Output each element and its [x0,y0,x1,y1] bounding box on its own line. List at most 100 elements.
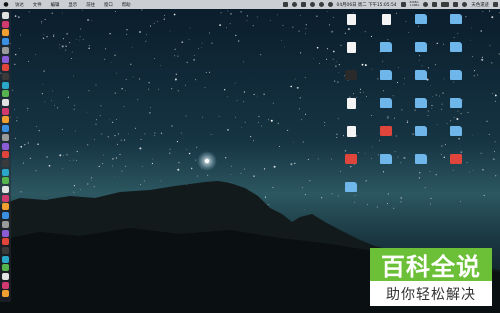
file-icon [345,70,357,80]
folder-icon [415,98,427,108]
dock-app-icon[interactable] [2,90,9,98]
dock-app-icon[interactable] [2,177,9,185]
watermark-subtitle: 助你轻松解决 [386,286,476,303]
menubar-clock[interactable]: 04月06日 周二 下午15:05:54 [337,2,397,8]
dock-app-icon[interactable] [2,72,9,80]
dock-app-icon[interactable] [2,203,9,211]
sync-icon[interactable] [291,2,297,7]
user-label[interactable]: 天色遗迹 [471,2,489,8]
folder-icon [415,70,427,80]
menu-window[interactable]: 窗口 [104,2,113,8]
folder-icon [380,42,392,52]
desktop-file[interactable] [408,42,434,53]
desktop-file[interactable] [408,126,434,137]
folder-icon [415,126,427,136]
dock-app-icon[interactable] [2,107,9,115]
folder-icon [380,154,392,164]
dock-app-icon[interactable] [2,255,9,263]
search-icon[interactable] [462,2,468,7]
dock-app-icon[interactable] [2,20,9,28]
desktop-file[interactable] [338,70,364,81]
dock-app-icon[interactable] [2,159,9,167]
folder-icon [380,98,392,108]
desktop-file[interactable] [408,14,434,25]
dock-app-icon[interactable] [2,229,9,237]
dock-app-icon[interactable] [2,46,9,54]
desktop-file[interactable] [443,98,469,109]
globe-icon[interactable] [327,2,333,7]
dock-app-icon[interactable] [2,151,9,159]
dock-app-icon[interactable] [2,64,9,72]
keyboard-icon[interactable] [453,2,459,7]
file-icon [381,14,391,25]
dock-app-icon[interactable] [2,142,9,150]
desktop-file[interactable] [443,70,469,81]
dock-app-icon[interactable] [2,212,9,220]
desktop-file[interactable] [338,42,364,54]
dock-app-icon[interactable] [2,246,9,254]
desktop-file[interactable] [408,70,434,81]
file-icon [380,126,392,136]
dock-app-icon[interactable] [2,38,9,46]
menu-finder[interactable]: 访达 [15,2,24,8]
dock-app-icon[interactable] [2,55,9,63]
time-machine-icon[interactable] [318,2,324,7]
desktop-file[interactable] [373,14,399,26]
desktop-file[interactable] [338,14,364,26]
desktop-file[interactable] [373,154,399,165]
file-icon [346,126,356,137]
dock-app-icon[interactable] [2,168,9,176]
dock-app-icon[interactable] [2,125,9,133]
desktop-file[interactable] [443,154,469,165]
dock-app-icon[interactable] [2,194,9,202]
folder-icon [345,182,357,192]
menu-extra-icon[interactable] [400,2,406,7]
dock-app-icon[interactable] [2,281,9,289]
dock-app-icon[interactable] [2,186,9,193]
dock-app-icon[interactable] [2,238,9,246]
dock-app-icon[interactable] [2,264,9,272]
folder-icon [450,98,462,108]
menu-view[interactable]: 显示 [68,2,77,8]
dock-app-icon[interactable] [2,29,9,37]
desktop-file[interactable] [408,98,434,109]
desktop-file[interactable] [408,154,434,165]
desktop-file[interactable] [373,42,399,53]
menu-edit[interactable]: 编辑 [51,2,60,8]
apple-menu-icon[interactable]: ● [3,1,9,8]
menu-go[interactable]: 前往 [86,2,95,8]
volume-icon[interactable] [432,2,438,7]
desktop-file[interactable] [373,70,399,81]
app-status-icon[interactable] [282,2,288,7]
battery-icon[interactable] [441,2,450,7]
dock-app-icon[interactable] [2,81,9,89]
wifi-icon[interactable] [423,2,429,7]
watermark-logo: 百科全说 助你轻松解决 [370,248,492,306]
desktop-file[interactable] [338,98,364,110]
desktop-file[interactable] [338,126,364,138]
menu-bar: ● 访达 文件 编辑 显示 前往 窗口 帮助 04月06日 周二 下午15:05… [0,0,500,9]
notification-center-icon[interactable] [493,2,498,7]
desktop-file[interactable] [338,182,364,193]
dock-app-icon[interactable] [2,12,9,19]
dock-app-icon[interactable] [2,99,9,106]
desktop-file[interactable] [443,42,469,53]
dock-app-icon[interactable] [2,273,9,280]
dock-app-icon[interactable] [2,133,9,141]
menu-help[interactable]: 帮助 [122,2,131,8]
folder-icon [415,14,427,24]
desktop-file[interactable] [443,14,469,25]
desktop-file[interactable] [373,98,399,109]
menu-file[interactable]: 文件 [33,2,42,8]
dock-app-icon[interactable] [2,116,9,124]
desktop-file[interactable] [373,126,399,137]
dock-app-icon[interactable] [2,220,9,228]
desktop-file[interactable] [338,154,364,165]
cloud-icon[interactable] [300,2,306,7]
folder-icon [450,42,462,52]
file-icon [345,154,357,164]
folder-icon [450,14,462,24]
desktop-file[interactable] [443,126,469,137]
clock-icon[interactable] [309,2,315,7]
dock-app-icon[interactable] [2,290,9,298]
